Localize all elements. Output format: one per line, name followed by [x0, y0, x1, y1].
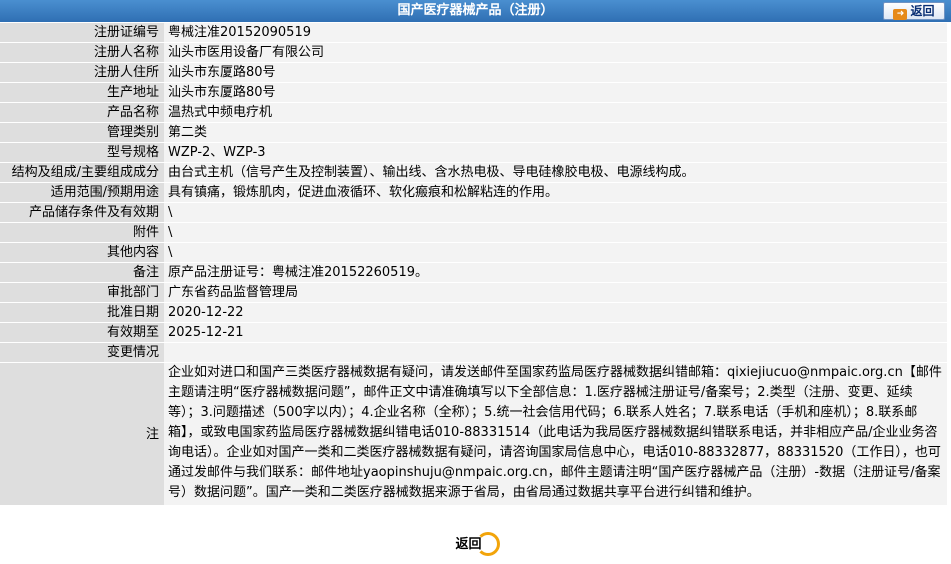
table-row: 备注 原产品注册证号：粤械注准20152260519。	[0, 262, 947, 283]
table-row: 其他内容 \	[0, 242, 947, 263]
row-value: 汕头市医用设备厂有限公司	[164, 42, 947, 63]
table-row: 附件 \	[0, 222, 947, 243]
row-label: 其他内容	[0, 242, 164, 263]
row-label: 注册人住所	[0, 62, 164, 83]
table-row: 产品储存条件及有效期 \	[0, 202, 947, 223]
row-label: 备注	[0, 262, 164, 283]
row-value: \	[164, 242, 947, 263]
row-value: 汕头市东厦路80号	[164, 62, 947, 83]
table-row: 生产地址 汕头市东厦路80号	[0, 82, 947, 103]
row-value: 原产品注册证号：粤械注准20152260519。	[164, 262, 947, 283]
row-label: 审批部门	[0, 282, 164, 303]
row-value: \	[164, 222, 947, 243]
row-label: 注册证编号	[0, 23, 164, 43]
table-row: 产品名称 温热式中频电疗机	[0, 102, 947, 123]
table-row: 型号规格 WZP-2、WZP-3	[0, 142, 947, 163]
footer: 返回	[0, 526, 951, 564]
row-value: \	[164, 202, 947, 223]
detail-table: 注册证编号 粤械注准20152090519 注册人名称 汕头市医用设备厂有限公司 注册人…	[0, 23, 947, 506]
row-value: 汕头市东厦路80号	[164, 82, 947, 103]
row-value: 温热式中频电疗机	[164, 102, 947, 123]
back-ring-icon	[475, 532, 500, 556]
row-value: 由台式主机（信号产生及控制装置）、输出线、含水热电极、导电硅橡胶电极、电源线构成…	[164, 162, 947, 183]
table-row: 管理类别 第二类	[0, 122, 947, 143]
row-label: 型号规格	[0, 142, 164, 163]
arrow-right-icon: ➜	[893, 9, 908, 20]
row-value: 具有镇痛，锻炼肌肉，促进血液循环、软化瘢痕和松解粘连的作用。	[164, 182, 947, 203]
table-row: 结构及组成/主要组成成分 由台式主机（信号产生及控制装置）、输出线、含水热电极、导…	[0, 162, 947, 183]
table-row: 注册人住所 汕头市东厦路80号	[0, 62, 947, 83]
table-row: 变更情况	[0, 342, 947, 363]
row-label: 结构及组成/主要组成成分	[0, 162, 164, 183]
back-button-bottom[interactable]: 返回	[451, 531, 500, 559]
row-label: 有效期至	[0, 322, 164, 343]
row-value: 广东省药品监督管理局	[164, 282, 947, 303]
row-label: 适用范围/预期用途	[0, 182, 164, 203]
title-bar: 国产医疗器械产品（注册） ➜ 返回	[0, 0, 951, 23]
row-label: 附件	[0, 222, 164, 243]
row-label: 变更情况	[0, 342, 164, 363]
row-value: WZP-2、WZP-3	[164, 142, 947, 163]
row-label: 生产地址	[0, 82, 164, 103]
note-text: 企业如对进口和国产三类医疗器械数据有疑问，请发送邮件至国家药监局医疗器械数据纠错…	[164, 362, 947, 506]
row-label: 管理类别	[0, 122, 164, 143]
row-label: 产品储存条件及有效期	[0, 202, 164, 223]
row-value: 粤械注准20152090519	[164, 23, 947, 43]
table-row: 有效期至 2025-12-21	[0, 322, 947, 343]
back-button-top-label: 返回	[910, 4, 935, 18]
row-label: 批准日期	[0, 302, 164, 323]
row-label: 注册人名称	[0, 42, 164, 63]
note-label: 注	[0, 362, 164, 506]
table-row: 审批部门 广东省药品监督管理局	[0, 282, 947, 303]
table-row: 批准日期 2020-12-22	[0, 302, 947, 323]
page-title: 国产医疗器械产品（注册）	[397, 3, 554, 18]
row-value: 2020-12-22	[164, 302, 947, 323]
row-value: 第二类	[164, 122, 947, 143]
row-label: 产品名称	[0, 102, 164, 123]
table-row: 注册证编号 粤械注准20152090519	[0, 23, 947, 43]
table-row: 注册人名称 汕头市医用设备厂有限公司	[0, 42, 947, 63]
row-value: 2025-12-21	[164, 322, 947, 343]
back-button-top[interactable]: ➜ 返回	[883, 2, 945, 20]
note-row: 注 企业如对进口和国产三类医疗器械数据有疑问，请发送邮件至国家药监局医疗器械数据…	[0, 362, 947, 506]
row-value	[164, 342, 947, 363]
table-row: 适用范围/预期用途 具有镇痛，锻炼肌肉，促进血液循环、软化瘢痕和松解粘连的作用。	[0, 182, 947, 203]
